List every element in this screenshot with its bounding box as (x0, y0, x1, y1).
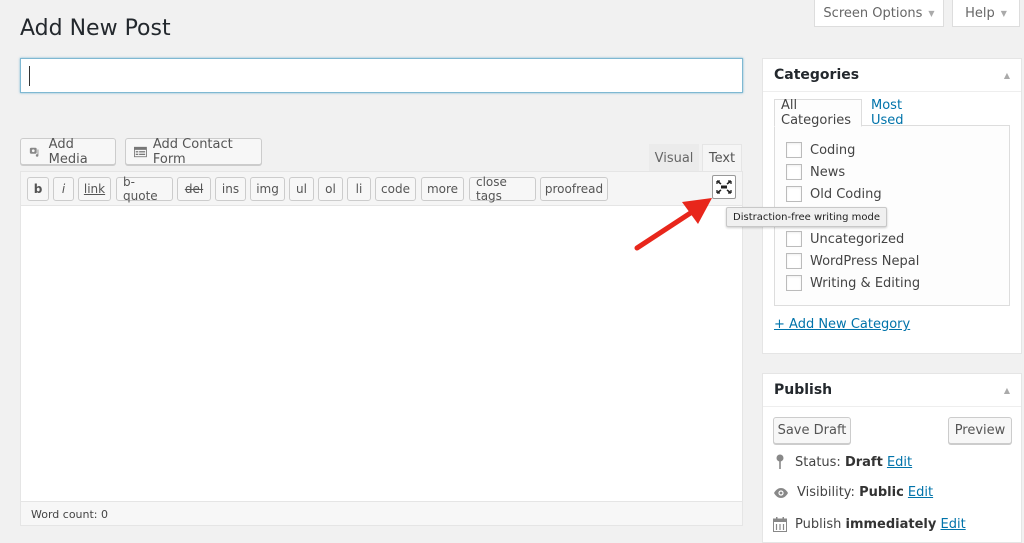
visibility-label: Visibility: (797, 485, 855, 500)
publish-label: Publish (795, 517, 842, 532)
post-title-input[interactable] (20, 58, 743, 93)
tab-most-used-label: Most Used (871, 98, 904, 128)
qt-ol-button[interactable]: ol (318, 177, 343, 201)
category-item[interactable]: WordPress Nepal (786, 253, 919, 269)
category-label: Old Coding (810, 186, 882, 202)
add-contact-form-button[interactable]: Add Contact Form (125, 136, 262, 167)
tab-text[interactable]: Text (702, 144, 742, 172)
media-icon (29, 147, 39, 157)
publish-title: Publish (774, 382, 833, 398)
caret-down-icon: ▼ (1000, 8, 1007, 18)
tab-all-categories[interactable]: All Categories (774, 98, 862, 128)
qt-del-button[interactable]: del (177, 177, 211, 201)
tab-text-label: Text (708, 151, 736, 166)
categories-title: Categories (774, 67, 860, 83)
annotation-arrow-icon (634, 198, 712, 251)
add-new-category-link[interactable]: + Add New Category (774, 317, 910, 332)
category-item[interactable]: News (786, 164, 845, 180)
categories-box: Categories ▲ All Categories Most Used Co… (762, 58, 1022, 354)
qt-bold-button[interactable]: b (27, 177, 49, 201)
qt-ul-button[interactable]: ul (289, 177, 314, 201)
category-checkbox[interactable] (786, 142, 802, 158)
status-value: Draft (844, 454, 883, 470)
screen-options-label: Screen Options (823, 5, 923, 21)
tab-all-categories-label: All Categories (781, 98, 852, 128)
qt-code-button[interactable]: code (375, 177, 416, 201)
category-checkbox[interactable] (786, 253, 802, 269)
publish-box: Publish ▲ Save Draft Preview Status: Dra… (762, 373, 1022, 543)
categories-header[interactable]: Categories ▲ (763, 59, 1021, 92)
category-label: Writing & Editing (810, 275, 921, 291)
visibility-value: Public (859, 485, 904, 500)
add-contact-form-label: Add Contact Form (152, 136, 233, 167)
qt-italic-button[interactable]: i (53, 177, 74, 201)
category-checkbox[interactable] (786, 164, 802, 180)
publish-value: immediately (845, 517, 937, 532)
edit-visibility-link[interactable]: Edit (908, 485, 933, 500)
publish-time-row: Publish immediately Edit (773, 517, 966, 532)
qt-li-button[interactable]: li (347, 177, 371, 201)
save-draft-button[interactable]: Save Draft (773, 417, 851, 444)
collapse-icon[interactable]: ▲ (1004, 386, 1010, 395)
collapse-icon[interactable]: ▲ (1004, 71, 1010, 80)
pin-icon (776, 454, 784, 469)
screen-options-tab[interactable]: Screen Options ▼ (814, 0, 944, 27)
calendar-icon (773, 517, 787, 532)
page-title: Add New Post (20, 16, 171, 41)
category-label: Coding (810, 142, 856, 158)
qt-close-tags-button[interactable]: close tags (469, 175, 536, 203)
help-label: Help (965, 5, 995, 21)
dfw-tooltip: Distraction-free writing mode (726, 207, 887, 227)
edit-publish-time-link[interactable]: Edit (941, 517, 966, 532)
preview-button[interactable]: Preview (948, 417, 1012, 444)
form-icon (134, 146, 147, 157)
editor-status-bar: Word count: 0 (20, 501, 743, 526)
category-item[interactable]: Uncategorized (786, 231, 904, 247)
post-status-row: Status: Draft Edit (773, 454, 912, 470)
edit-status-link[interactable]: Edit (887, 455, 912, 470)
qt-link-button[interactable]: link (78, 177, 111, 201)
category-label: WordPress Nepal (810, 253, 920, 269)
status-label: Status: (795, 454, 841, 470)
qt-more-button[interactable]: more (421, 177, 464, 201)
add-media-label: Add Media (48, 136, 88, 167)
add-media-button[interactable]: Add Media (20, 136, 116, 167)
category-checkbox[interactable] (786, 275, 802, 291)
tab-most-used[interactable]: Most Used (865, 98, 910, 128)
category-label: News (810, 164, 846, 180)
category-item[interactable]: Coding (786, 142, 855, 158)
category-checkbox[interactable] (786, 186, 802, 202)
tab-visual[interactable]: Visual (649, 144, 699, 172)
category-item[interactable]: Writing & Editing (786, 275, 920, 291)
qt-proofread-button[interactable]: proofread (540, 177, 608, 201)
text-cursor (29, 66, 30, 86)
category-label: Uncategorized (810, 231, 905, 247)
word-count: Word count: 0 (31, 508, 109, 521)
category-checkbox[interactable] (786, 231, 802, 247)
help-tab[interactable]: Help ▼ (952, 0, 1020, 27)
caret-down-icon: ▼ (928, 8, 935, 18)
qt-img-button[interactable]: img (250, 177, 285, 201)
post-editor: Add Media Add Contact Form Visual Text b… (20, 120, 743, 526)
eye-icon (774, 487, 788, 498)
qt-blockquote-button[interactable]: b-quote (116, 175, 173, 203)
visibility-row: Visibility: Public Edit (773, 485, 933, 500)
qt-ins-button[interactable]: ins (215, 177, 246, 201)
publish-header[interactable]: Publish ▲ (763, 374, 1021, 407)
tab-visual-label: Visual (654, 150, 694, 166)
category-item[interactable]: Old Coding (786, 186, 882, 202)
